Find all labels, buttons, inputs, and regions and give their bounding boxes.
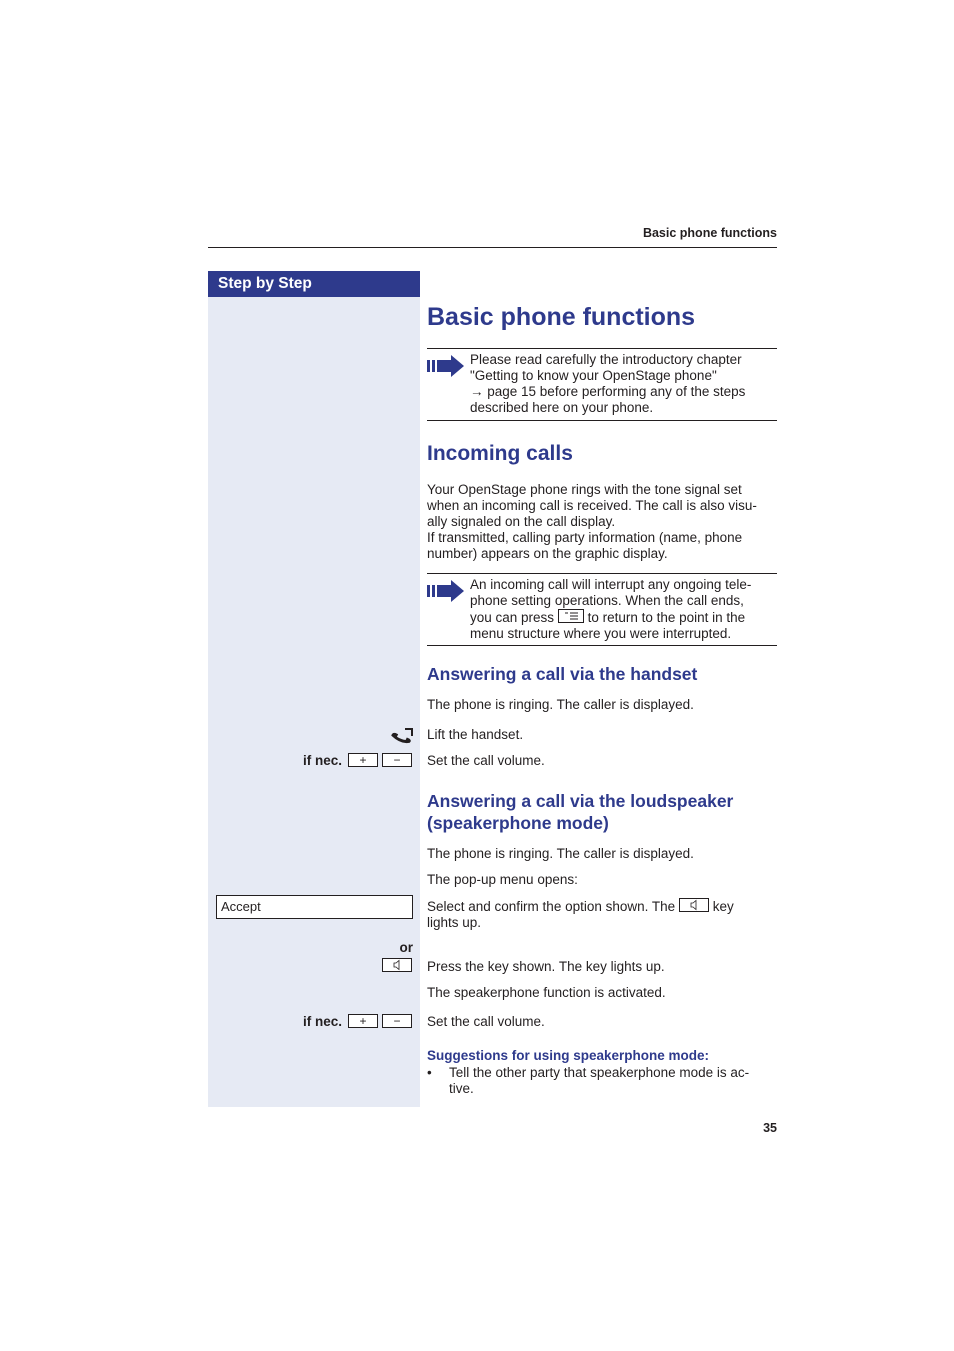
activated-text: The speakerphone function is activated.	[427, 985, 666, 1000]
volume-down-key[interactable]: −	[382, 753, 412, 767]
volume-up-key[interactable]: +	[348, 1014, 378, 1028]
note-text: you can press	[470, 610, 555, 625]
paragraph-line: Your OpenStage phone rings with the tone…	[427, 482, 742, 497]
suggestion-item: • Tell the other party that speakerphone…	[427, 1065, 777, 1097]
sidebar-title: Step by Step	[208, 271, 420, 297]
speaker-section-heading: Answering a call via the loudspeaker (sp…	[427, 790, 733, 834]
or-label: or	[399, 940, 414, 955]
incoming-calls-paragraph: Your OpenStage phone rings with the tone…	[427, 482, 777, 562]
header-divider	[208, 247, 777, 248]
volume-down-key[interactable]: −	[382, 1014, 412, 1028]
select-text: key	[712, 899, 734, 914]
if-nec-label: if nec.	[302, 753, 342, 768]
handset-intro: The phone is ringing. The caller is disp…	[427, 697, 694, 712]
paragraph-line: If transmitted, calling party informatio…	[427, 530, 743, 545]
intro-note: Please read carefully the introductory c…	[427, 348, 777, 421]
intro-note-line: "Getting to know your OpenStage phone"	[470, 368, 717, 383]
paragraph-line: ally signaled on the call display.	[427, 514, 616, 529]
page-title: Basic phone functions	[427, 303, 696, 331]
heading-line: Answering a call via the loudspeaker	[427, 791, 734, 811]
select-text: Select and confirm the option shown. The	[427, 899, 676, 914]
note-line: phone setting operations. When the call …	[470, 593, 744, 608]
select-line: Select and confirm the option shown. The…	[427, 898, 777, 915]
suggestion-line: Tell the other party that speakerphone m…	[449, 1065, 750, 1080]
loudspeaker-key[interactable]	[382, 958, 412, 972]
set-volume-text: Set the call volume.	[427, 1014, 545, 1029]
note-text: to return to the point in the	[587, 610, 746, 625]
note-line: you can press to return to the point in …	[470, 609, 775, 626]
note-arrow-icon	[427, 580, 464, 602]
lift-handset-text: Lift the handset.	[427, 727, 524, 742]
select-confirm-text: Select and confirm the option shown. The…	[427, 898, 777, 931]
loudspeaker-key-icon	[678, 898, 709, 912]
press-key-text: Press the key shown. The key lights up.	[427, 959, 665, 974]
suggestion-line: tive.	[449, 1081, 474, 1096]
intro-note-line: → page 15 before performing any of the s…	[470, 384, 746, 399]
if-nec-label: if nec.	[302, 1014, 342, 1029]
incoming-calls-heading: Incoming calls	[427, 442, 573, 465]
interrupt-note: An incoming call will interrupt any ongo…	[427, 573, 777, 646]
speaker-intro: The phone is ringing. The caller is disp…	[427, 846, 694, 861]
step-by-step-sidebar	[208, 271, 420, 1107]
paragraph-line: number) appears on the graphic display.	[427, 546, 668, 561]
menu-key-icon	[557, 609, 584, 623]
handset-section-heading: Answering a call via the handset	[427, 664, 698, 684]
accept-option[interactable]: Accept	[216, 895, 413, 919]
paragraph-line: when an incoming call is received. The c…	[427, 498, 757, 513]
heading-line: (speakerphone mode)	[427, 813, 609, 833]
page-number: 35	[763, 1121, 777, 1135]
note-arrow-icon	[427, 355, 464, 377]
note-line: An incoming call will interrupt any ongo…	[470, 577, 752, 592]
select-line: lights up.	[427, 915, 482, 930]
volume-up-key[interactable]: +	[348, 753, 378, 767]
bullet: •	[427, 1065, 432, 1080]
lift-handset-icon	[391, 728, 413, 744]
set-volume-text: Set the call volume.	[427, 753, 545, 768]
loudspeaker-icon	[393, 959, 400, 971]
intro-note-line: Please read carefully the introductory c…	[470, 352, 742, 367]
note-line: menu structure where you were interrupte…	[470, 626, 732, 641]
running-head: Basic phone functions	[642, 226, 777, 240]
suggestions-heading: Suggestions for using speakerphone mode:	[427, 1048, 710, 1063]
intro-note-line: described here on your phone.	[470, 400, 654, 415]
popup-text: The pop-up menu opens:	[427, 872, 578, 887]
